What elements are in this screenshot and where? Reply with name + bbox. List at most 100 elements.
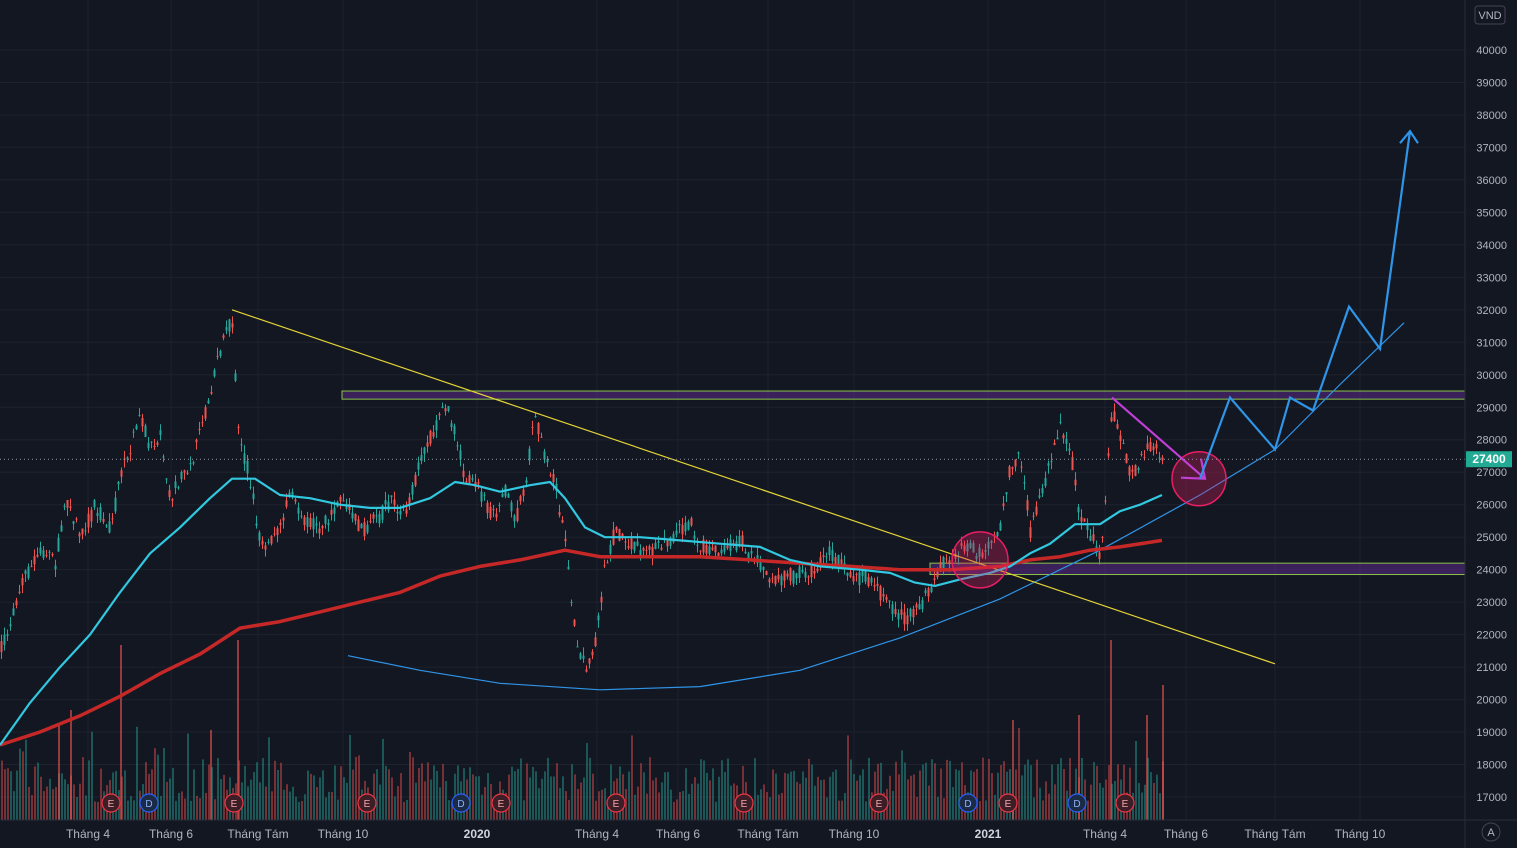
volume-bar — [703, 760, 705, 820]
volume-bar — [697, 783, 699, 820]
candle — [144, 423, 147, 438]
volume-bar — [4, 769, 6, 820]
volume-bar — [730, 785, 732, 820]
price-tick-label: 33000 — [1476, 272, 1507, 284]
volume-bar — [1110, 640, 1112, 820]
earnings-badge[interactable]: E — [606, 793, 626, 813]
earnings-badge[interactable]: E — [357, 793, 377, 813]
volume-bar — [244, 765, 246, 820]
volume-bar — [649, 757, 651, 820]
volume-bar — [760, 789, 762, 820]
svg-text:E: E — [613, 799, 620, 810]
volume-bar — [952, 787, 954, 820]
volume-bar — [604, 788, 606, 820]
volume-bar — [727, 758, 729, 820]
earnings-badge[interactable]: E — [101, 793, 121, 813]
earnings-badge[interactable]: E — [224, 793, 244, 813]
volume-bar — [376, 769, 378, 820]
volume-bar — [784, 772, 786, 820]
volume-bar — [295, 796, 297, 820]
price-chart[interactable]: E D E E D E E E E D E D E 17000 18000 19000 20000 21000 2… — [0, 0, 1517, 848]
candle — [1083, 518, 1086, 522]
price-tick-label: 28000 — [1476, 435, 1507, 447]
volume-bar — [7, 768, 9, 820]
volume-bar — [646, 793, 648, 820]
volume-bar — [541, 778, 543, 820]
volume-bar — [928, 785, 930, 820]
volume-bar — [70, 710, 72, 820]
volume-bar — [172, 767, 174, 820]
volume-bar — [397, 786, 399, 820]
dividend-badge[interactable]: D — [1067, 793, 1087, 813]
volume-bar — [811, 764, 813, 820]
volume-bar — [1057, 764, 1059, 820]
currency-label: VND — [1474, 5, 1506, 25]
volume-bar — [190, 800, 192, 820]
volume-bar — [823, 779, 825, 820]
price-tick-label: 40000 — [1476, 45, 1507, 57]
volume-bar — [316, 787, 318, 820]
price-tick-label: 21000 — [1476, 662, 1507, 674]
volume-bar — [166, 781, 168, 820]
volume-bar — [385, 765, 387, 820]
volume-bar — [925, 762, 927, 820]
earnings-badge[interactable]: E — [869, 793, 889, 813]
earnings-badge[interactable]: E — [998, 793, 1018, 813]
volume-bar — [529, 777, 531, 820]
volume-bar — [700, 759, 702, 820]
volume-bar — [523, 800, 525, 820]
volume-bar — [589, 757, 591, 820]
volume-bar — [535, 771, 537, 820]
price-tick-label: 31000 — [1476, 337, 1507, 349]
volume-bar — [214, 799, 216, 820]
volume-bar — [64, 779, 66, 820]
volume-bar — [901, 750, 903, 820]
volume-bar — [1150, 772, 1152, 820]
volume-bar — [601, 789, 603, 820]
volume-bar — [1087, 800, 1089, 820]
volume-bar — [412, 757, 414, 820]
time-tick-label: Tháng Tám — [1244, 827, 1305, 841]
price-tick-label: 24000 — [1476, 565, 1507, 577]
volume-bar — [955, 769, 957, 820]
earnings-badge[interactable]: E — [734, 793, 754, 813]
svg-text:D: D — [457, 799, 464, 810]
time-tick-label: Tháng 6 — [149, 827, 193, 841]
volume-bar — [160, 795, 162, 820]
volume-bar — [268, 737, 270, 820]
volume-bar — [237, 640, 239, 820]
volume-bar — [391, 777, 393, 820]
volume-bar — [82, 757, 84, 820]
volume-bar — [124, 770, 126, 820]
price-tick-label: 17000 — [1476, 792, 1507, 804]
volume-bar — [210, 730, 212, 820]
volume-bar — [478, 776, 480, 820]
volume-bar — [574, 774, 576, 820]
volume-bar — [805, 777, 807, 820]
volume-bar — [958, 770, 960, 820]
volume-bar — [568, 799, 570, 820]
volume-bar — [682, 790, 684, 820]
volume-bar — [337, 799, 339, 820]
svg-text:E: E — [1122, 799, 1129, 810]
price-tick-label: 39000 — [1476, 77, 1507, 89]
volume-bar — [940, 768, 942, 820]
volume-bar — [511, 766, 513, 820]
volume-bar — [1099, 783, 1101, 820]
auto-scale-button[interactable]: A — [1481, 822, 1501, 842]
price-tick-label: 19000 — [1476, 727, 1507, 739]
earnings-badge[interactable]: E — [491, 793, 511, 813]
volume-bar — [757, 794, 759, 820]
dividend-badge[interactable]: D — [958, 793, 978, 813]
volume-bar — [418, 768, 420, 820]
volume-bar — [427, 762, 429, 820]
volume-bar — [1039, 787, 1041, 820]
volume-bar — [961, 762, 963, 820]
earnings-badge[interactable]: E — [1115, 793, 1135, 813]
volume-bar — [1108, 765, 1110, 820]
volume-bar — [349, 734, 351, 820]
dividend-badge[interactable]: D — [451, 793, 471, 813]
volume-bar — [1093, 762, 1095, 820]
dividend-badge[interactable]: D — [139, 793, 159, 813]
volume-bar — [175, 800, 177, 820]
